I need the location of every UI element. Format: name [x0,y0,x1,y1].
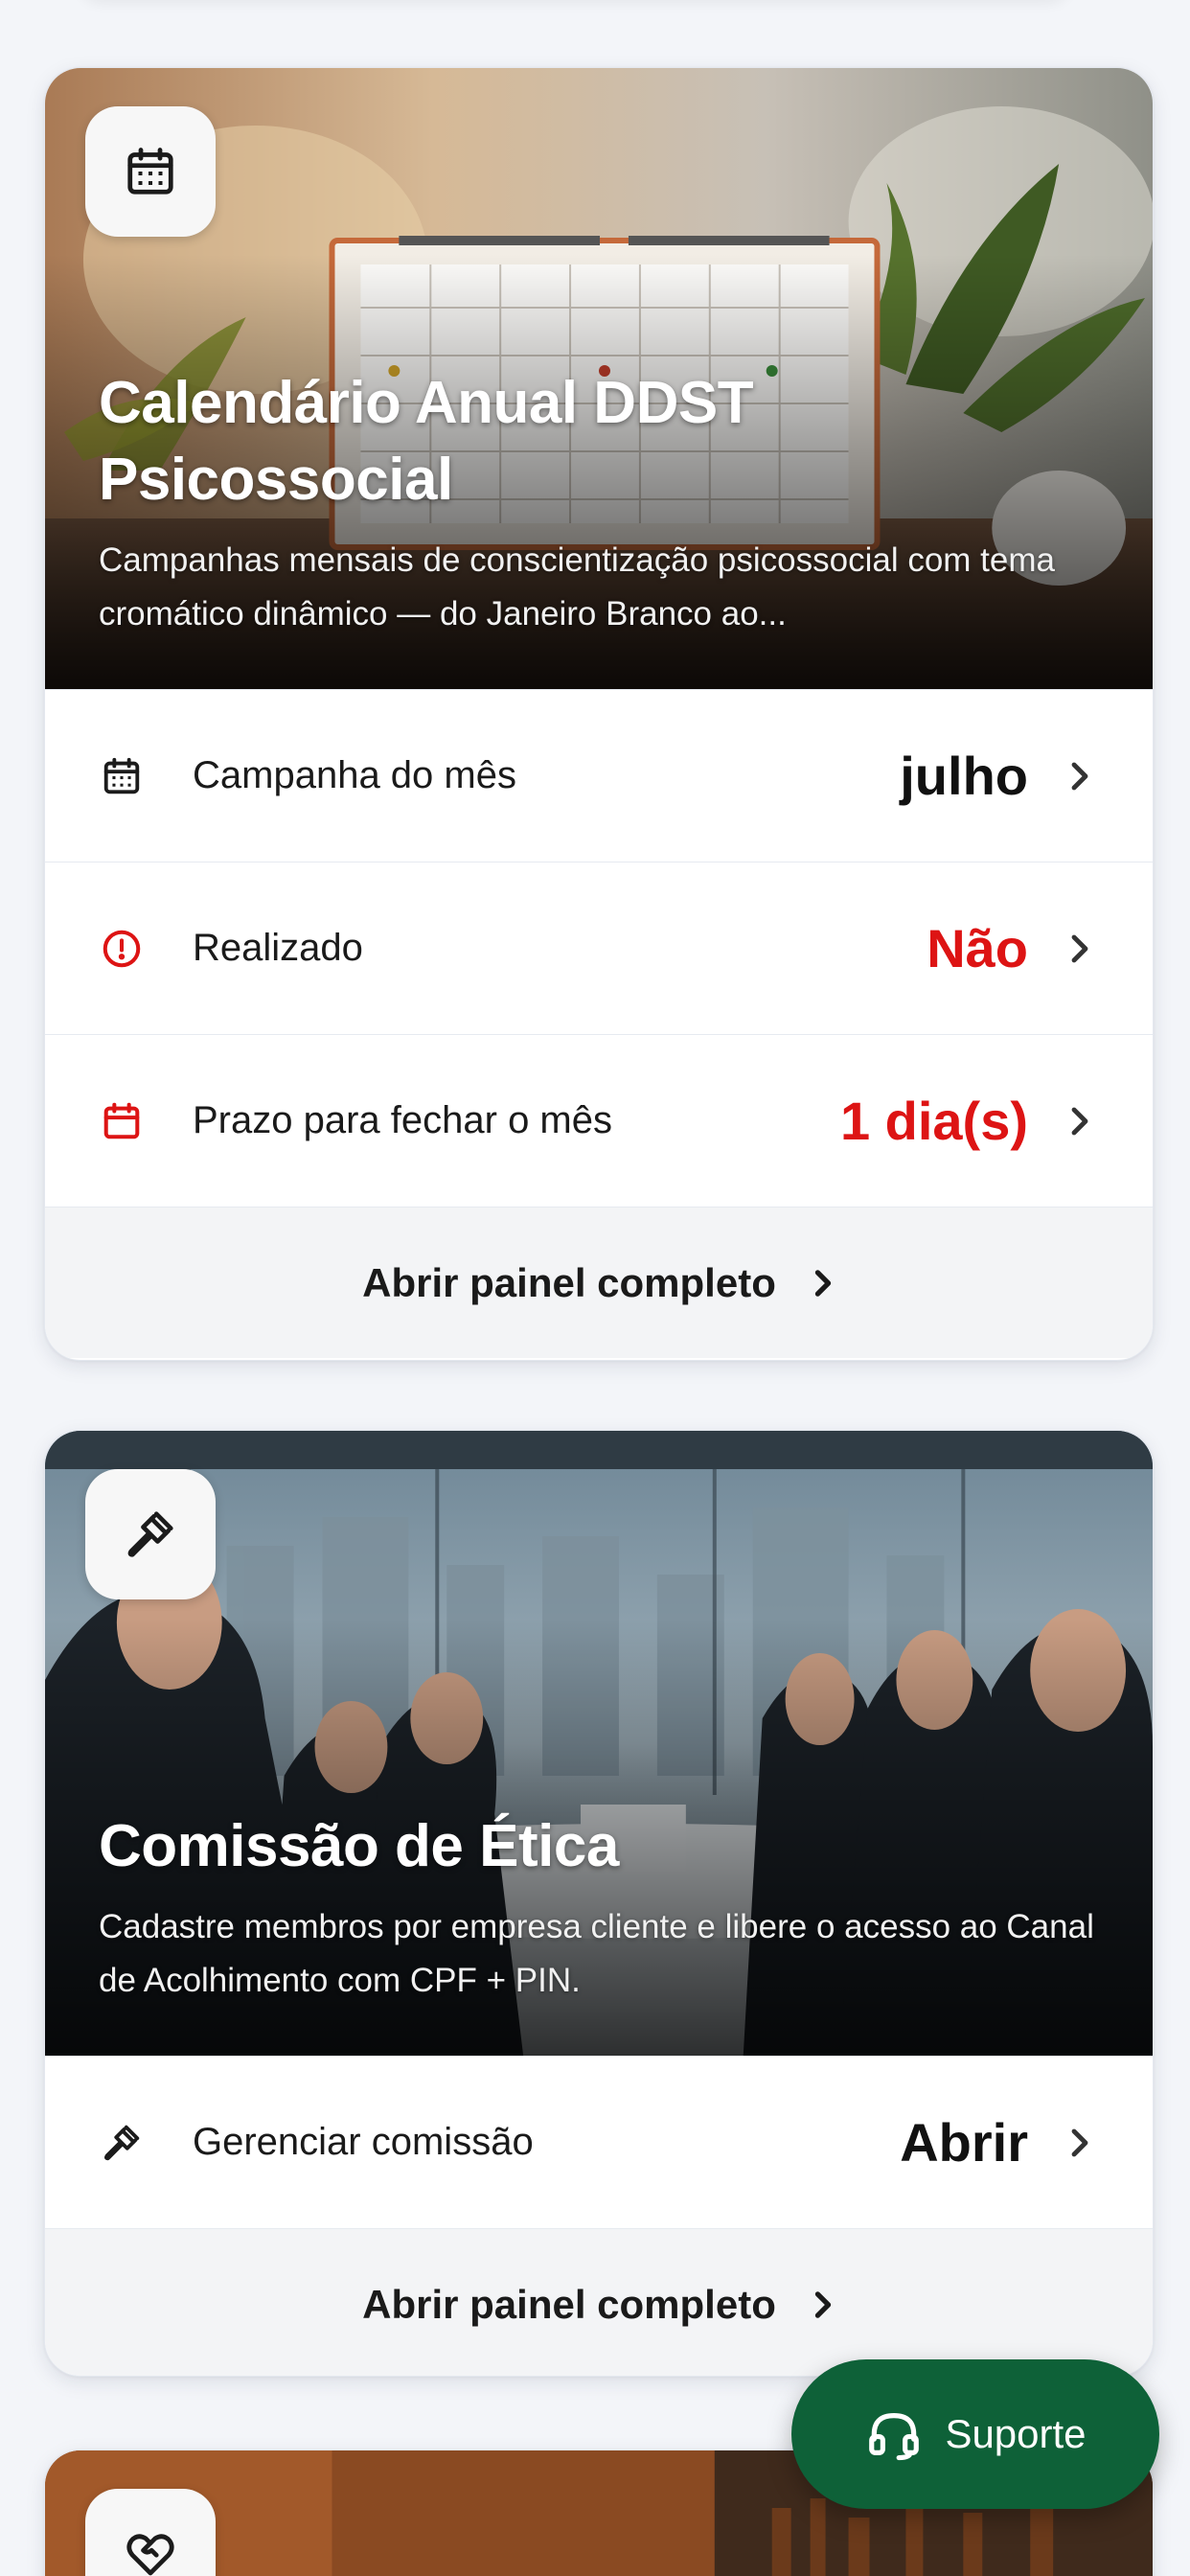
ethics-hero-text: Comissão de Ética Cadastre membros por e… [99,1808,1095,2008]
row-label: Gerenciar comissão [193,2121,534,2163]
calendar-description: Campanhas mensais de conscientização psi… [99,541,1055,632]
ethics-description: Cadastre membros por empresa cliente e l… [99,1908,1094,1999]
calendar-icon [127,148,173,195]
row-deadline[interactable]: Prazo para fechar o mês 1 dia(s) [45,1034,1153,1207]
row-label: Campanha do mês [193,754,516,796]
row-icon-wrap [99,1098,145,1144]
chevron-right-icon [1071,762,1088,790]
row-icon-wrap [99,2120,145,2166]
completed-status-value: Não [927,918,1028,978]
support-button[interactable]: Suporte [791,2359,1159,2509]
gavel-badge [85,1469,216,1599]
ethics-title: Comissão de Ética [99,1813,619,1879]
open-full-panel-button[interactable]: Abrir painel completo [45,1207,1153,1358]
footer-label: Abrir painel completo [362,1259,776,1305]
support-label: Suporte [945,2411,1087,2456]
chevron-right-icon [814,2290,832,2318]
calendar-badge [85,106,216,237]
row-campaign-of-month[interactable]: Campanha do mês julho [45,689,1153,862]
gavel-icon [127,1511,173,1557]
alert-circle-icon [103,930,141,967]
calendar-hero-text: Calendário Anual DDST Psicossocial Campa… [99,365,1095,641]
row-manage-committee[interactable]: Gerenciar comissão Abrir [45,2056,1153,2228]
chevron-right-icon [1071,1107,1088,1135]
calendar-hero[interactable]: Calendário Anual DDST Psicossocial Campa… [45,68,1153,689]
chevron-right-icon [1071,934,1088,962]
manage-committee-value: Abrir [900,2112,1028,2173]
gavel-icon [103,2125,140,2160]
chevron-right-icon [1071,2128,1088,2156]
calendar-card: Calendário Anual DDST Psicossocial Campa… [44,67,1154,1361]
row-label: Realizado [193,927,363,969]
open-full-panel-button[interactable]: Abrir painel completo [45,2228,1153,2376]
calendar-deadline-icon [103,1102,140,1138]
row-icon-wrap [99,753,145,799]
row-icon-wrap [99,926,145,972]
row-completed[interactable]: Realizado Não [45,862,1153,1034]
calendar-icon [103,757,140,794]
headset-icon [869,2413,920,2461]
heart-handshake-icon [126,2534,174,2576]
campaign-month-value: julho [900,746,1028,806]
ethics-committee-card: Comissão de Ética Cadastre membros por e… [44,1430,1154,2377]
footer-label: Abrir painel completo [362,2281,776,2327]
heart-badge [85,2489,216,2576]
row-label: Prazo para fechar o mês [193,1099,612,1141]
deadline-value: 1 dia(s) [839,1091,1028,1151]
ethics-hero[interactable]: Comissão de Ética Cadastre membros por e… [45,1431,1153,2056]
calendar-title: Calendário Anual DDST Psicossocial [99,370,754,513]
chevron-right-icon [814,1269,832,1297]
